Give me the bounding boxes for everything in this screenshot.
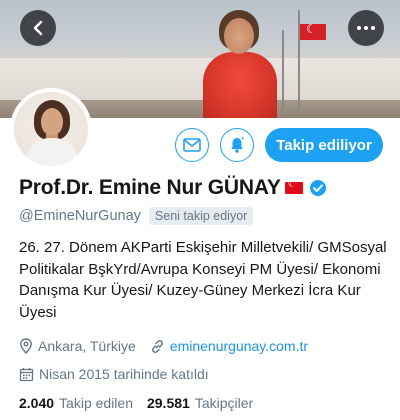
location-pin-icon xyxy=(19,338,33,354)
following-button[interactable]: Takip ediliyor xyxy=(265,128,383,162)
more-icon xyxy=(357,26,375,30)
avatar[interactable] xyxy=(10,88,92,170)
profile-location: Ankara, Türkiye xyxy=(38,338,136,354)
avatar-face xyxy=(41,108,63,136)
following-label[interactable]: Takip edilen xyxy=(59,395,133,411)
banner-person xyxy=(203,52,277,118)
profile-handle: @EmineNurGunay xyxy=(19,208,141,224)
profile-meta-joined: Nisan 2015 tarihinde katıldı xyxy=(19,366,209,382)
turkey-flag-icon xyxy=(284,179,303,194)
back-button[interactable] xyxy=(20,10,56,46)
flag-pole xyxy=(282,30,284,110)
back-arrow-icon xyxy=(33,20,43,36)
verified-badge-icon xyxy=(309,179,327,197)
followers-label[interactable]: Takipçiler xyxy=(195,395,253,411)
followers-count[interactable]: 29.581 xyxy=(147,395,190,411)
handle-row: @EmineNurGunay Seni takip ediyor xyxy=(19,207,254,225)
follows-you-badge: Seni takip ediyor xyxy=(148,207,254,225)
notifications-button[interactable] xyxy=(220,128,254,162)
profile-meta-location: Ankara, Türkiye eminenurgunay.com.tr xyxy=(19,338,308,354)
profile-bio: 26. 27. Dönem AKParti Eskişehir Milletve… xyxy=(19,239,387,321)
avatar-body xyxy=(26,138,78,166)
message-button[interactable] xyxy=(175,128,209,162)
bell-icon xyxy=(231,137,244,153)
banner-flag xyxy=(300,22,326,40)
banner-person-face xyxy=(224,18,254,54)
following-count[interactable]: 2.040 xyxy=(19,395,54,411)
profile-joined-date: Nisan 2015 tarihinde katıldı xyxy=(39,366,209,382)
profile-website-link[interactable]: eminenurgunay.com.tr xyxy=(170,338,308,354)
more-button[interactable] xyxy=(348,10,384,46)
profile-stats: 2.040 Takip edilen 29.581 Takipçiler xyxy=(19,395,267,411)
calendar-icon xyxy=(19,367,34,382)
profile-name: Prof.Dr. Emine Nur GÜNAY xyxy=(19,176,281,199)
envelope-icon xyxy=(183,138,201,152)
link-icon xyxy=(150,339,165,354)
name-row: Prof.Dr. Emine Nur GÜNAY xyxy=(19,176,327,200)
